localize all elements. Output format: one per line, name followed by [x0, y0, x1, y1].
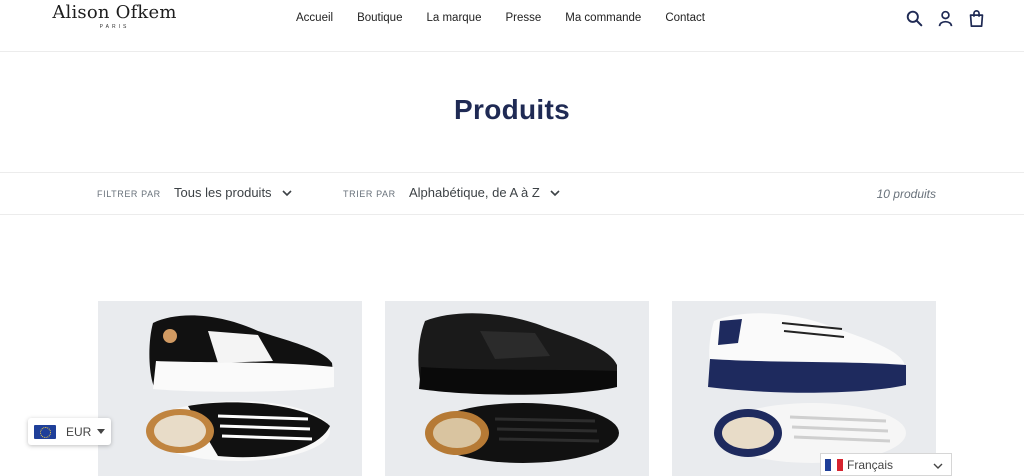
- nav-item-boutique[interactable]: Boutique: [357, 11, 402, 25]
- chevron-down-icon: [933, 463, 943, 469]
- filter-select[interactable]: Tous les produits: [174, 185, 292, 200]
- fr-flag-icon: [825, 458, 843, 471]
- sort-select[interactable]: Alphabétique, de A à Z: [409, 185, 560, 200]
- product-image: [98, 301, 362, 476]
- currency-code: EUR: [66, 424, 92, 439]
- language-label: Français: [847, 457, 894, 472]
- chevron-down-icon: [281, 189, 292, 196]
- product-image: [672, 301, 936, 476]
- sort-label: TRIER PAR: [343, 189, 396, 199]
- site-header: Alison Ofkem PARIS Accueil Boutique La m…: [0, 0, 1024, 52]
- product-card[interactable]: [672, 301, 936, 476]
- sort-select-value: Alphabétique, de A à Z: [409, 185, 540, 200]
- language-selector[interactable]: Français: [820, 453, 952, 476]
- eu-flag-icon: [34, 424, 56, 439]
- product-card[interactable]: [98, 301, 362, 476]
- nav-item-ma-commande[interactable]: Ma commande: [565, 11, 641, 25]
- filter-select-value: Tous les produits: [174, 185, 272, 200]
- caret-down-icon: [97, 429, 106, 434]
- product-count: 10 produits: [876, 187, 936, 201]
- page-title: Produits: [454, 94, 570, 125]
- currency-selector[interactable]: EUR: [28, 418, 111, 445]
- collection-filter-bar: FILTRER PAR Tous les produits TRIER PAR …: [0, 172, 1024, 215]
- header-icons: [893, 8, 986, 28]
- search-icon[interactable]: [904, 8, 924, 28]
- product-card[interactable]: [385, 301, 649, 476]
- product-image: [385, 301, 649, 476]
- nav-item-presse[interactable]: Presse: [505, 11, 541, 25]
- nav-item-contact[interactable]: Contact: [665, 11, 705, 25]
- chevron-down-icon: [550, 189, 560, 196]
- brand-name: Alison Ofkem: [52, 2, 177, 23]
- main-nav: Accueil Boutique La marque Presse Ma com…: [296, 11, 729, 25]
- filter-label: FILTRER PAR: [97, 189, 161, 199]
- cart-icon[interactable]: [966, 8, 986, 28]
- brand-subtitle: PARIS: [99, 24, 130, 30]
- nav-item-la-marque[interactable]: La marque: [426, 11, 481, 25]
- account-icon[interactable]: [935, 8, 955, 28]
- nav-item-accueil[interactable]: Accueil: [296, 11, 333, 25]
- brand-logo[interactable]: Alison Ofkem PARIS: [52, 2, 177, 31]
